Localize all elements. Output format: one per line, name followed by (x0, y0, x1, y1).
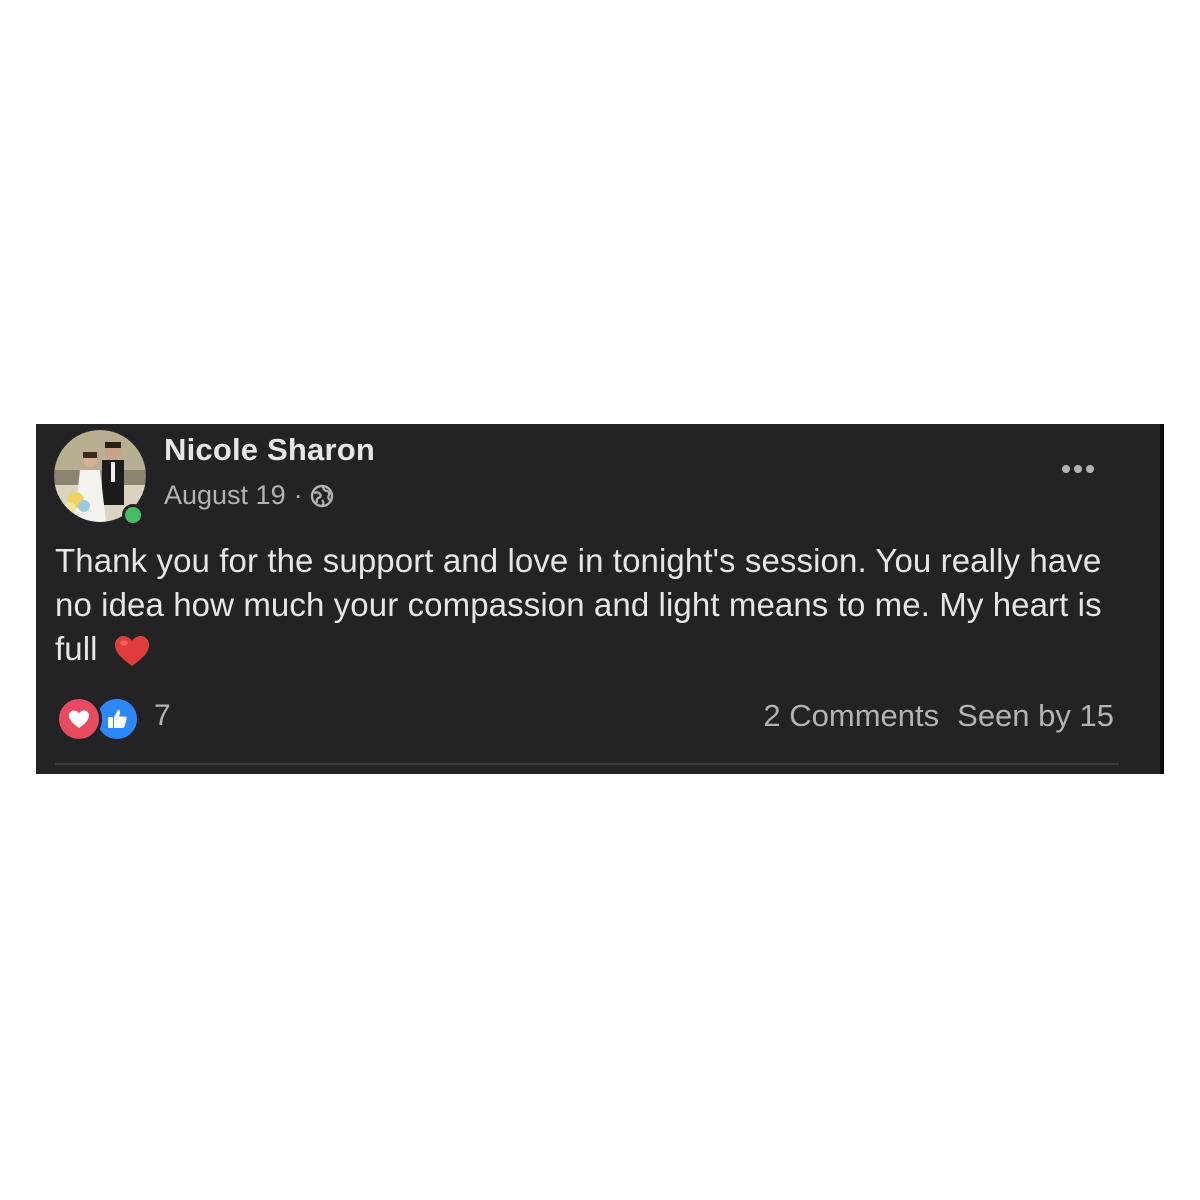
online-status-indicator (122, 504, 144, 526)
more-options-icon-dot (1086, 465, 1094, 473)
post-date[interactable]: August 19 (164, 480, 286, 511)
heart-emoji-icon (114, 636, 149, 666)
reaction-count: 7 (154, 699, 171, 732)
seen-by-count[interactable]: Seen by 15 (957, 698, 1114, 734)
more-options-button[interactable] (1054, 454, 1102, 484)
comments-count-link[interactable]: 2 Comments (763, 698, 939, 734)
post-text: Thank you for the support and love in to… (55, 542, 1102, 667)
author-name[interactable]: Nicole Sharon (164, 432, 375, 468)
globe-icon (310, 484, 333, 507)
avatar[interactable] (54, 430, 146, 526)
heart-icon (69, 710, 89, 728)
meta-separator: · (293, 480, 303, 510)
more-options-icon-dot (1074, 465, 1082, 473)
more-options-icon (1062, 465, 1070, 473)
love-reaction-icon (56, 696, 102, 742)
post-card: Nicole Sharon August 19 · Thank you for … (36, 424, 1164, 774)
post-body: Thank you for the support and love in to… (55, 539, 1135, 671)
divider (55, 763, 1119, 765)
post-stats: 2 Comments Seen by 15 (763, 698, 1114, 734)
thumbs-up-icon (108, 710, 127, 728)
post-meta: August 19 · (164, 480, 335, 511)
reactions-summary[interactable]: 7 (56, 696, 171, 742)
